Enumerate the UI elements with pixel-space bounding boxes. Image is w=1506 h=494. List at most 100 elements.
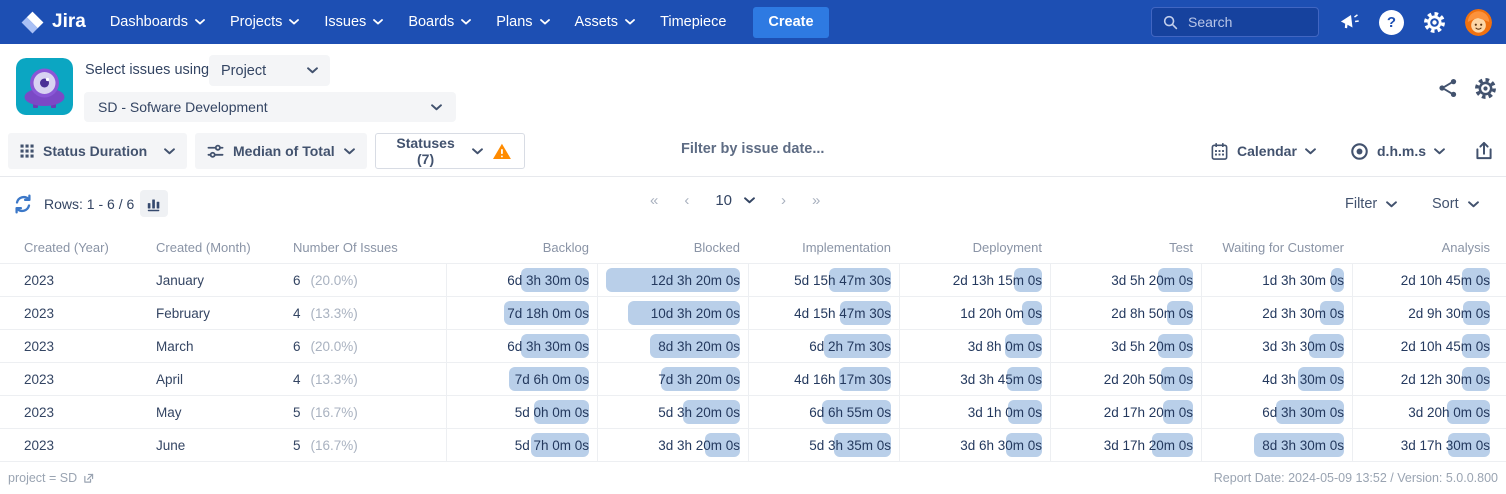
metric-dropdown[interactable]: Median of Total bbox=[195, 133, 367, 169]
nav-item-issues[interactable]: Issues bbox=[324, 14, 383, 30]
table-header-row: Created (Year)Created (Month)Number Of I… bbox=[0, 237, 1506, 263]
gear-icon[interactable] bbox=[1423, 11, 1446, 34]
duration-value: 3d 3h 20m 0s bbox=[658, 438, 740, 453]
duration-value: 8d 3h 20m 0s bbox=[658, 339, 740, 354]
nav-item-boards[interactable]: Boards bbox=[408, 14, 471, 30]
chart-view-button[interactable] bbox=[140, 190, 168, 217]
duration-cell: 3d 3h 20m 0s bbox=[597, 429, 748, 461]
issue-percent: (13.3%) bbox=[311, 306, 358, 321]
calendar-dropdown[interactable]: Calendar bbox=[1210, 133, 1316, 169]
duration-cell: 4d 3h 30m 0s bbox=[1201, 363, 1352, 395]
duration-value: 2d 8h 50m 0s bbox=[1111, 306, 1193, 321]
issue-date-filter-input[interactable] bbox=[679, 140, 983, 158]
column-header-implementation: Implementation bbox=[748, 237, 899, 263]
cell-number-of-issues: 6(20.0%) bbox=[271, 264, 446, 296]
sort-dropdown[interactable]: Sort bbox=[1432, 196, 1479, 212]
chevron-down-icon bbox=[472, 148, 483, 155]
nav-item-label: Issues bbox=[324, 14, 366, 30]
refresh-icon[interactable] bbox=[12, 193, 34, 215]
page-size-select[interactable]: 10 bbox=[715, 192, 755, 209]
duration-cell: 2d 8h 50m 0s bbox=[1050, 297, 1201, 329]
duration-value: 2d 12h 30m 0s bbox=[1401, 372, 1490, 387]
duration-cell: 5d 3h 20m 0s bbox=[597, 396, 748, 428]
filter-label: Filter bbox=[1345, 196, 1377, 212]
table-body: 2023January6(20.0%)6d 3h 30m 0s12d 3h 20… bbox=[0, 263, 1506, 462]
external-link-icon[interactable] bbox=[82, 472, 95, 485]
jira-logo-icon bbox=[20, 10, 45, 35]
help-glyph: ? bbox=[1387, 14, 1396, 31]
cell-created-month: June bbox=[132, 429, 271, 461]
cell-number-of-issues: 4(13.3%) bbox=[271, 363, 446, 395]
duration-cell: 4d 16h 17m 30s bbox=[748, 363, 899, 395]
duration-value: 5d 15h 47m 30s bbox=[794, 273, 891, 288]
nav-search[interactable] bbox=[1151, 7, 1319, 37]
duration-cell: 2d 20h 50m 0s bbox=[1050, 363, 1201, 395]
statuses-dropdown[interactable]: Statuses (7) bbox=[375, 133, 525, 169]
project-select[interactable]: SD - Sofware Development bbox=[84, 92, 456, 122]
statuses-label: Statuses (7) bbox=[388, 135, 463, 167]
chevron-down-icon bbox=[307, 67, 318, 74]
create-button[interactable]: Create bbox=[753, 7, 828, 38]
report-type-dropdown[interactable]: Status Duration bbox=[8, 133, 187, 169]
pagination-last-button[interactable]: » bbox=[812, 192, 820, 209]
pagination-next-button[interactable]: › bbox=[781, 192, 786, 209]
share-icon[interactable] bbox=[1437, 77, 1461, 101]
duration-cell: 6d 6h 55m 0s bbox=[748, 396, 899, 428]
nav-item-assets[interactable]: Assets bbox=[575, 14, 636, 30]
nav-item-projects[interactable]: Projects bbox=[230, 14, 299, 30]
nav-item-timepiece[interactable]: Timepiece bbox=[660, 14, 726, 30]
duration-value: 2d 13h 15m 0s bbox=[953, 273, 1042, 288]
duration-cell: 5d 0h 0m 0s bbox=[446, 396, 597, 428]
page-size-value: 10 bbox=[715, 192, 732, 209]
duration-value: 1d 3h 30m 0s bbox=[1262, 273, 1344, 288]
time-format-dropdown[interactable]: d.h.m.s bbox=[1350, 133, 1445, 169]
help-icon[interactable]: ? bbox=[1379, 10, 1404, 35]
report-settings-gear-icon[interactable] bbox=[1474, 77, 1498, 101]
duration-cell: 6d 3h 30m 0s bbox=[446, 330, 597, 362]
nav-item-dashboards[interactable]: Dashboards bbox=[110, 14, 205, 30]
duration-cell: 10d 3h 20m 0s bbox=[597, 297, 748, 329]
pagination-first-button[interactable]: « bbox=[650, 192, 658, 209]
issue-source-select[interactable]: Project bbox=[209, 55, 330, 86]
duration-value: 2d 9h 30m 0s bbox=[1408, 306, 1490, 321]
duration-value: 5d 3h 20m 0s bbox=[658, 405, 740, 420]
grid-icon bbox=[20, 144, 34, 158]
nav-item-plans[interactable]: Plans bbox=[496, 14, 549, 30]
project-select-value: SD - Sofware Development bbox=[98, 99, 268, 115]
filter-dropdown[interactable]: Filter bbox=[1345, 196, 1397, 212]
cell-created-year: 2023 bbox=[0, 396, 132, 428]
table-row: 2023January6(20.0%)6d 3h 30m 0s12d 3h 20… bbox=[0, 263, 1506, 297]
duration-cell: 3d 3h 45m 0s bbox=[899, 363, 1050, 395]
cell-number-of-issues: 4(13.3%) bbox=[271, 297, 446, 329]
duration-value: 3d 5h 20m 0s bbox=[1111, 273, 1193, 288]
jira-logo[interactable]: Jira bbox=[20, 10, 86, 35]
duration-value: 3d 8h 0m 0s bbox=[968, 339, 1042, 354]
duration-value: 3d 3h 45m 0s bbox=[960, 372, 1042, 387]
duration-value: 3d 17h 30m 0s bbox=[1401, 438, 1490, 453]
cell-created-year: 2023 bbox=[0, 264, 132, 296]
bar-chart-icon bbox=[146, 195, 162, 213]
chevron-down-icon bbox=[1434, 148, 1445, 155]
duration-value: 2d 10h 45m 0s bbox=[1401, 273, 1490, 288]
duration-value: 5d 3h 35m 0s bbox=[809, 438, 891, 453]
export-icon[interactable] bbox=[1473, 140, 1495, 162]
calendar-icon bbox=[1210, 142, 1229, 161]
cell-created-month: February bbox=[132, 297, 271, 329]
issue-count: 4 bbox=[293, 372, 301, 387]
search-input[interactable] bbox=[1186, 13, 1305, 31]
pagination-prev-button[interactable]: ‹ bbox=[684, 192, 689, 209]
nav-item-label: Dashboards bbox=[110, 14, 188, 30]
issue-percent: (16.7%) bbox=[311, 438, 358, 453]
duration-cell: 3d 5h 20m 0s bbox=[1050, 330, 1201, 362]
report-type-label: Status Duration bbox=[43, 143, 147, 159]
warning-icon bbox=[492, 141, 512, 162]
duration-value: 6d 3h 30m 0s bbox=[507, 339, 589, 354]
duration-value: 12d 3h 20m 0s bbox=[651, 273, 740, 288]
duration-cell: 2d 12h 30m 0s bbox=[1352, 363, 1506, 395]
user-avatar[interactable] bbox=[1465, 9, 1492, 36]
duration-cell: 8d 3h 30m 0s bbox=[1201, 429, 1352, 461]
table-row: 2023April4(13.3%)7d 6h 0m 0s7d 3h 20m 0s… bbox=[0, 363, 1506, 396]
announcements-icon[interactable] bbox=[1338, 11, 1360, 33]
duration-cell: 2d 10h 45m 0s bbox=[1352, 264, 1506, 296]
duration-cell: 6d 3h 30m 0s bbox=[446, 264, 597, 296]
